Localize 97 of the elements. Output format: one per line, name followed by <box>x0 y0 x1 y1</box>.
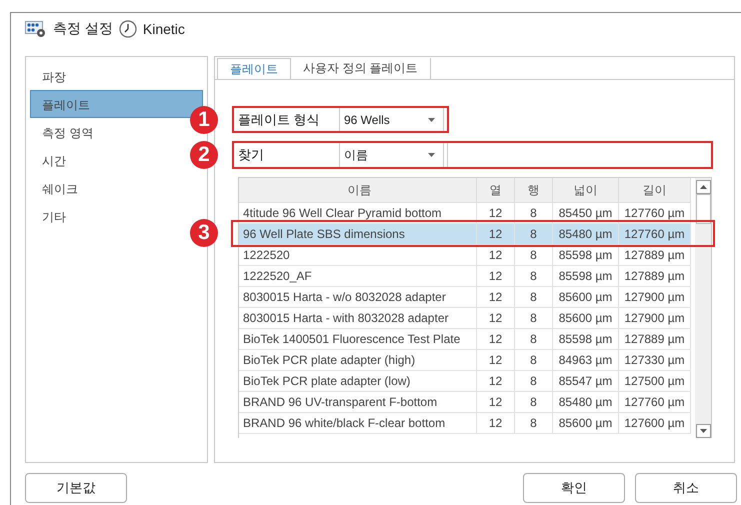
defaults-button[interactable]: 기본값 <box>25 473 127 503</box>
table-cell: 127900 µm <box>619 287 691 307</box>
table-cell: 85600 µm <box>553 287 619 307</box>
table-cell: 12 <box>477 287 515 307</box>
table-cell: BioTek PCR plate adapter (high) <box>239 350 477 370</box>
table-cell: 127500 µm <box>619 371 691 391</box>
table-cell: 127900 µm <box>619 308 691 328</box>
table-cell: 8 <box>515 413 553 433</box>
table-row[interactable]: BioTek PCR plate adapter (high) 12 8 84963 µm 127330 µm <box>239 350 691 371</box>
table-cell: 12 <box>477 371 515 391</box>
table-row[interactable]: 96 Well Plate SBS dimensions 12 8 85480 µm 127760 µm <box>239 224 691 245</box>
search-field-dropdown[interactable]: 이름 <box>340 143 444 167</box>
sidebar-item[interactable]: 기타 <box>30 202 71 230</box>
number-badge: 1 <box>190 106 218 134</box>
mode-label: Kinetic <box>142 21 185 37</box>
table-cell: 127760 µm <box>619 392 691 412</box>
table-cell: 127889 µm <box>619 245 691 265</box>
table-cell: 85480 µm <box>553 224 619 244</box>
table-cell: 1222520_AF <box>239 266 477 286</box>
plate-format-dropdown[interactable]: 96 Wells <box>340 108 444 131</box>
scroll-thumb[interactable] <box>696 194 710 224</box>
column-header[interactable]: 이름 <box>239 178 477 202</box>
table-row[interactable]: BRAND 96 UV-transparent F-bottom 12 8 85480 µm 127760 µm <box>239 392 691 413</box>
table-row[interactable]: 8030015 Harta - w/o 8032028 adapter 12 8 85600 µm 127900 µm <box>239 287 691 308</box>
table-cell: 4titude 96 Well Clear Pyramid bottom <box>239 203 477 223</box>
table-cell: 8 <box>515 308 553 328</box>
table-row[interactable]: BRAND 96 white/black F-clear bottom 12 8 85600 µm 127600 µm <box>239 413 691 434</box>
table-cell: 85450 µm <box>553 203 619 223</box>
column-header[interactable]: 길이 <box>619 178 691 202</box>
table-cell: 8030015 Harta - w/o 8032028 adapter <box>239 287 477 307</box>
table-cell: 85598 µm <box>553 245 619 265</box>
clock-icon <box>118 20 137 38</box>
table-cell: 8 <box>515 266 553 286</box>
table-cell: 85598 µm <box>553 266 619 286</box>
table-row[interactable]: BioTek PCR plate adapter (low) 12 8 85547 µm 127500 µm <box>239 371 691 392</box>
table-cell: 12 <box>477 245 515 265</box>
field-label: 플레이트 형식 <box>234 108 340 131</box>
table-cell: 12 <box>477 266 515 286</box>
number-badge: 3 <box>190 219 218 247</box>
table-cell: 127889 µm <box>619 329 691 349</box>
table-row[interactable]: 8030015 Harta - with 8032028 adapter 12 8 85600 µm 127900 µm <box>239 308 691 329</box>
scroll-down-icon[interactable] <box>696 424 710 438</box>
table-row[interactable]: 1222520 12 8 85598 µm 127889 µm <box>239 245 691 266</box>
table-cell: 8030015 Harta - with 8032028 adapter <box>239 308 477 328</box>
table-cell: 96 Well Plate SBS dimensions <box>239 224 477 244</box>
table-cell: 12 <box>477 392 515 412</box>
table-cell: 127889 µm <box>619 266 691 286</box>
dialog-button[interactable]: 확인 <box>523 473 625 503</box>
table-cell: 8 <box>515 392 553 412</box>
table-cell: 127760 µm <box>619 224 691 244</box>
table-cell: BRAND 96 white/black F-clear bottom <box>239 413 477 433</box>
table-cell: 8 <box>515 371 553 391</box>
scroll-up-icon[interactable] <box>696 180 710 194</box>
table-cell: 8 <box>515 203 553 223</box>
table-row[interactable]: BioTek 1400501 Fluorescence Test Plate 12 8 85598 µm 127889 µm <box>239 329 691 350</box>
table-cell: 8 <box>515 287 553 307</box>
table-cell: 8 <box>515 350 553 370</box>
table-cell: BioTek PCR plate adapter (low) <box>239 371 477 391</box>
field-label: 찾기 <box>234 143 340 167</box>
table-cell: 12 <box>477 350 515 370</box>
tab[interactable]: 사용자 정의 플레이트 <box>291 58 431 79</box>
table-cell: 12 <box>477 413 515 433</box>
table-cell: 85598 µm <box>553 329 619 349</box>
column-header[interactable]: 넓이 <box>553 178 619 202</box>
table-cell: 1222520 <box>239 245 477 265</box>
table-cell: BioTek 1400501 Fluorescence Test Plate <box>239 329 477 349</box>
table-cell: 8 <box>515 245 553 265</box>
table-cell: 12 <box>477 308 515 328</box>
table-cell: 12 <box>477 329 515 349</box>
scrollbar[interactable] <box>695 178 711 438</box>
sidebar-item[interactable]: 쉐이크 <box>30 174 83 202</box>
table-cell: 8 <box>515 224 553 244</box>
caret-icon <box>428 153 435 157</box>
caret-icon <box>428 118 435 122</box>
table-cell: 85600 µm <box>553 413 619 433</box>
table-cell: 127600 µm <box>619 413 691 433</box>
table-cell: 85480 µm <box>553 392 619 412</box>
settings-grid-icon <box>25 20 47 38</box>
column-header[interactable]: 열 <box>477 178 515 202</box>
table-cell: 84963 µm <box>553 350 619 370</box>
sidebar-item[interactable]: 파장 <box>30 62 71 90</box>
table-cell: 12 <box>477 203 515 223</box>
tab[interactable]: 플레이트 <box>217 58 291 79</box>
window-title: 측정 설정 <box>53 20 113 38</box>
table-cell: 85600 µm <box>553 308 619 328</box>
table-cell: 127760 µm <box>619 203 691 223</box>
table-row[interactable]: 1222520_AF 12 8 85598 µm 127889 µm <box>239 266 691 287</box>
table-cell: 127330 µm <box>619 350 691 370</box>
table-cell: 12 <box>477 224 515 244</box>
dialog-button[interactable]: 취소 <box>635 473 737 503</box>
table-cell: BRAND 96 UV-transparent F-bottom <box>239 392 477 412</box>
column-header[interactable]: 행 <box>515 178 553 202</box>
table-cell: 8 <box>515 329 553 349</box>
number-badge: 2 <box>190 141 218 169</box>
sidebar-item[interactable]: 측정 영역 <box>30 118 98 146</box>
sidebar-item[interactable]: 시간 <box>30 146 71 174</box>
table-cell: 85547 µm <box>553 371 619 391</box>
